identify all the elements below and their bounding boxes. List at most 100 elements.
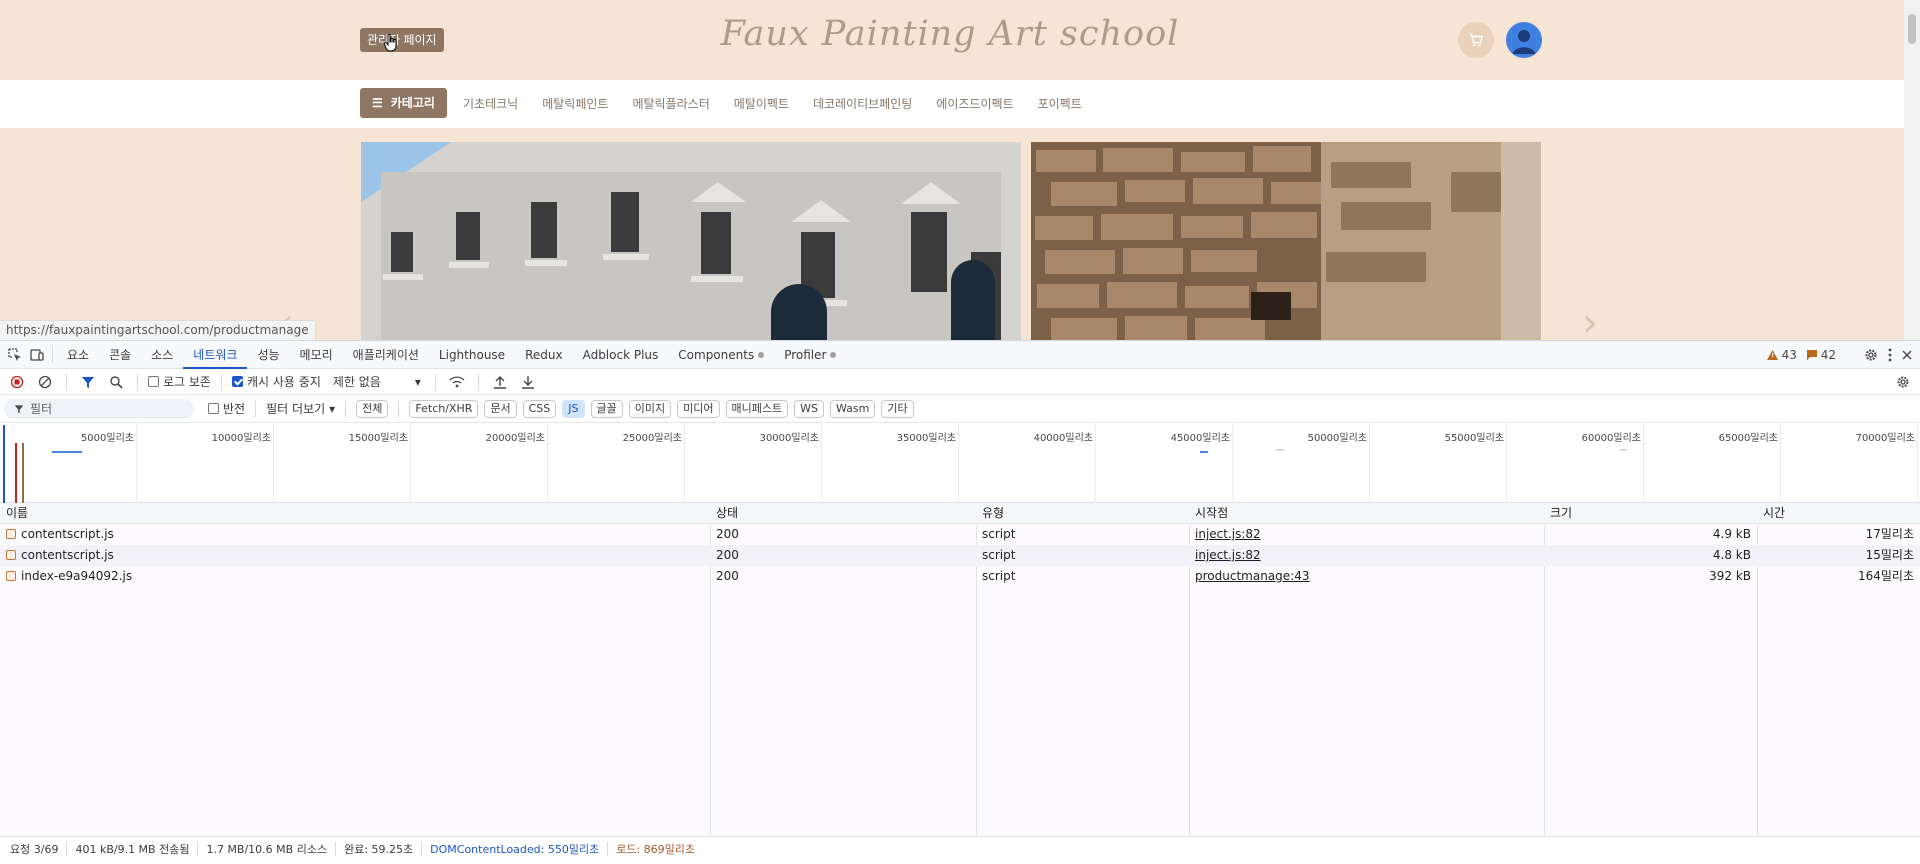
overview-load-marker [15,443,17,503]
request-name-text: index-e9a94092.js [21,569,133,583]
search-icon[interactable] [105,371,127,393]
react-dot-icon [830,352,837,358]
column-header-time[interactable]: 시간 [1757,503,1785,524]
column-header-name[interactable]: 이름 [0,503,28,524]
filter-chip-fetch-xhr[interactable]: Fetch/XHR [409,399,479,418]
carousel-next-arrow-icon[interactable]: › [1582,300,1598,340]
settings-gear-icon[interactable] [1864,348,1878,362]
carousel-slide-building[interactable] [361,142,1021,340]
throttling-select[interactable]: 제한 없음 ▾ [333,373,421,390]
filter-chip-js[interactable]: JS [562,399,585,418]
column-header-type[interactable]: 유형 [976,503,1004,524]
tab-memory[interactable]: 메모리 [290,341,343,369]
finish-time: 완료: 59.25초 [344,842,414,856]
device-toolbar-icon[interactable] [26,344,48,366]
tab-console[interactable]: 콘솔 [99,341,141,369]
network-conditions-wifi-icon[interactable] [446,371,468,393]
checkbox-box[interactable] [148,376,159,387]
status-separator [66,841,68,856]
toolbar-separator [477,373,479,390]
tab-network[interactable]: 네트워크 [183,341,248,369]
filter-funnel-icon [14,404,24,413]
import-har-upload-icon[interactable] [489,371,511,393]
user-avatar[interactable] [1506,22,1542,58]
tab-performance[interactable]: 성능 [247,341,289,369]
record-stop-icon[interactable] [6,371,28,393]
messages-counter[interactable]: 42 [1806,348,1836,362]
network-overview-timeline[interactable]: 5000밀리초 10000밀리초 15000밀리초 20000밀리초 25000… [0,423,1920,503]
react-dot-icon [758,352,765,358]
network-settings-gear-icon[interactable] [1892,371,1914,393]
filter-input[interactable]: 필터 [4,398,194,419]
network-requests-table: 이름 상태 유형 시작점 크기 시간 contentscript.js 200 … [0,503,1920,836]
filter-chip-doc[interactable]: 문서 [484,399,517,418]
checkbox-box-checked[interactable] [231,376,243,387]
tab-adblock-plus[interactable]: Adblock Plus [573,341,669,369]
tab-profiler[interactable]: Profiler [774,341,846,369]
disable-cache-checkbox[interactable]: 캐시 사용 중지 [231,373,321,390]
filter-funnel-icon[interactable] [77,371,99,393]
filter-separator [345,400,347,417]
tab-redux[interactable]: Redux [515,341,573,369]
filter-chip-other[interactable]: 기타 [881,399,914,418]
export-har-download-icon[interactable] [517,371,539,393]
request-name[interactable]: contentscript.js [0,545,114,566]
nav-links: 기초테크닉 메탈릭페인트 메탈릭플라스터 메탈이펙트 데코레이티브페인팅 에이즈… [463,95,1106,112]
close-devtools-icon[interactable] [1902,350,1912,360]
request-initiator-link[interactable]: inject.js:82 [1189,545,1261,566]
filter-chip-img[interactable]: 이미지 [628,399,672,418]
more-options-icon[interactable] [1888,348,1892,362]
nav-link-metallic-paint[interactable]: 메탈릭페인트 [542,95,608,112]
hand-cursor-icon [384,34,397,52]
carousel-slide-brick-wall[interactable] [1031,142,1541,340]
more-filters-dropdown[interactable]: 필터 더보기 ▾ [266,400,335,417]
tab-elements[interactable]: 요소 [57,341,99,369]
resources-size: 1.7 MB/10.6 MB 리소스 [206,842,328,856]
filter-chip-wasm[interactable]: Wasm [829,399,876,418]
request-initiator-link[interactable]: productmanage:43 [1189,566,1309,587]
filter-chip-ws[interactable]: WS [794,399,824,418]
request-initiator-link[interactable]: inject.js:82 [1189,524,1261,545]
warnings-counter[interactable]: 43 [1766,348,1797,362]
admin-page-button[interactable]: 관리자 페이지 [360,28,444,52]
column-header-initiator[interactable]: 시작점 [1189,503,1228,524]
preserve-log-checkbox[interactable]: 로그 보존 [148,373,211,390]
brand-logo-text[interactable]: Faux Painting Art school [700,14,1200,54]
nav-link-metal-effect[interactable]: 메탈이펙트 [734,95,789,112]
column-header-status[interactable]: 상태 [710,503,738,524]
tab-sources[interactable]: 소스 [141,341,183,369]
invert-checkbox[interactable]: 반전 [208,400,245,417]
table-row[interactable]: contentscript.js 200 script inject.js:82… [0,545,1920,566]
tab-components[interactable]: Components [668,341,774,369]
nav-link-decorative-painting[interactable]: 데코레이티브페인팅 [813,95,912,112]
inspect-element-icon[interactable] [4,344,26,366]
tab-application[interactable]: 애플리케이션 [343,341,429,369]
nav-link-metallic-plaster[interactable]: 메탈릭플라스터 [632,95,709,112]
filter-separator [255,400,257,417]
filter-chip-css[interactable]: CSS [522,399,557,418]
tab-lighthouse[interactable]: Lighthouse [429,341,515,369]
overview-request-bar [52,451,82,453]
nav-link-basic-technique[interactable]: 기초테크닉 [463,95,518,112]
request-name[interactable]: contentscript.js [0,524,114,545]
network-filter-bar: 필터 반전 필터 더보기 ▾ 전체 Fetch/XHR 문서 CSS JS 글꼴 … [0,395,1920,423]
table-row[interactable]: index-e9a94092.js 200 script productmana… [0,566,1920,587]
page-scrollbar-thumb[interactable] [1908,14,1916,44]
invert-label: 반전 [223,402,246,416]
category-menu-button[interactable]: ☰ 카테고리 [360,88,447,118]
table-row[interactable]: contentscript.js 200 script inject.js:82… [0,524,1920,545]
transferred-size: 401 kB/9.1 MB 전송됨 [75,842,190,856]
nav-link-faux-effect[interactable]: 포이펙트 [1038,95,1082,112]
column-header-size[interactable]: 크기 [1544,503,1572,524]
nav-link-aged-effect[interactable]: 에이즈드이펙트 [936,95,1013,112]
cart-button[interactable] [1458,22,1494,58]
filter-chip-manifest[interactable]: 매니페스트 [725,399,789,418]
filter-chip-all[interactable]: 전체 [356,399,389,418]
request-name[interactable]: index-e9a94092.js [0,566,132,587]
filter-chip-font[interactable]: 글꼴 [590,399,623,418]
page-scrollbar[interactable] [1904,0,1920,340]
filter-chip-media[interactable]: 미디어 [677,399,720,418]
checkbox-box[interactable] [208,403,219,414]
clear-icon[interactable] [34,371,56,393]
script-file-icon [6,529,16,539]
